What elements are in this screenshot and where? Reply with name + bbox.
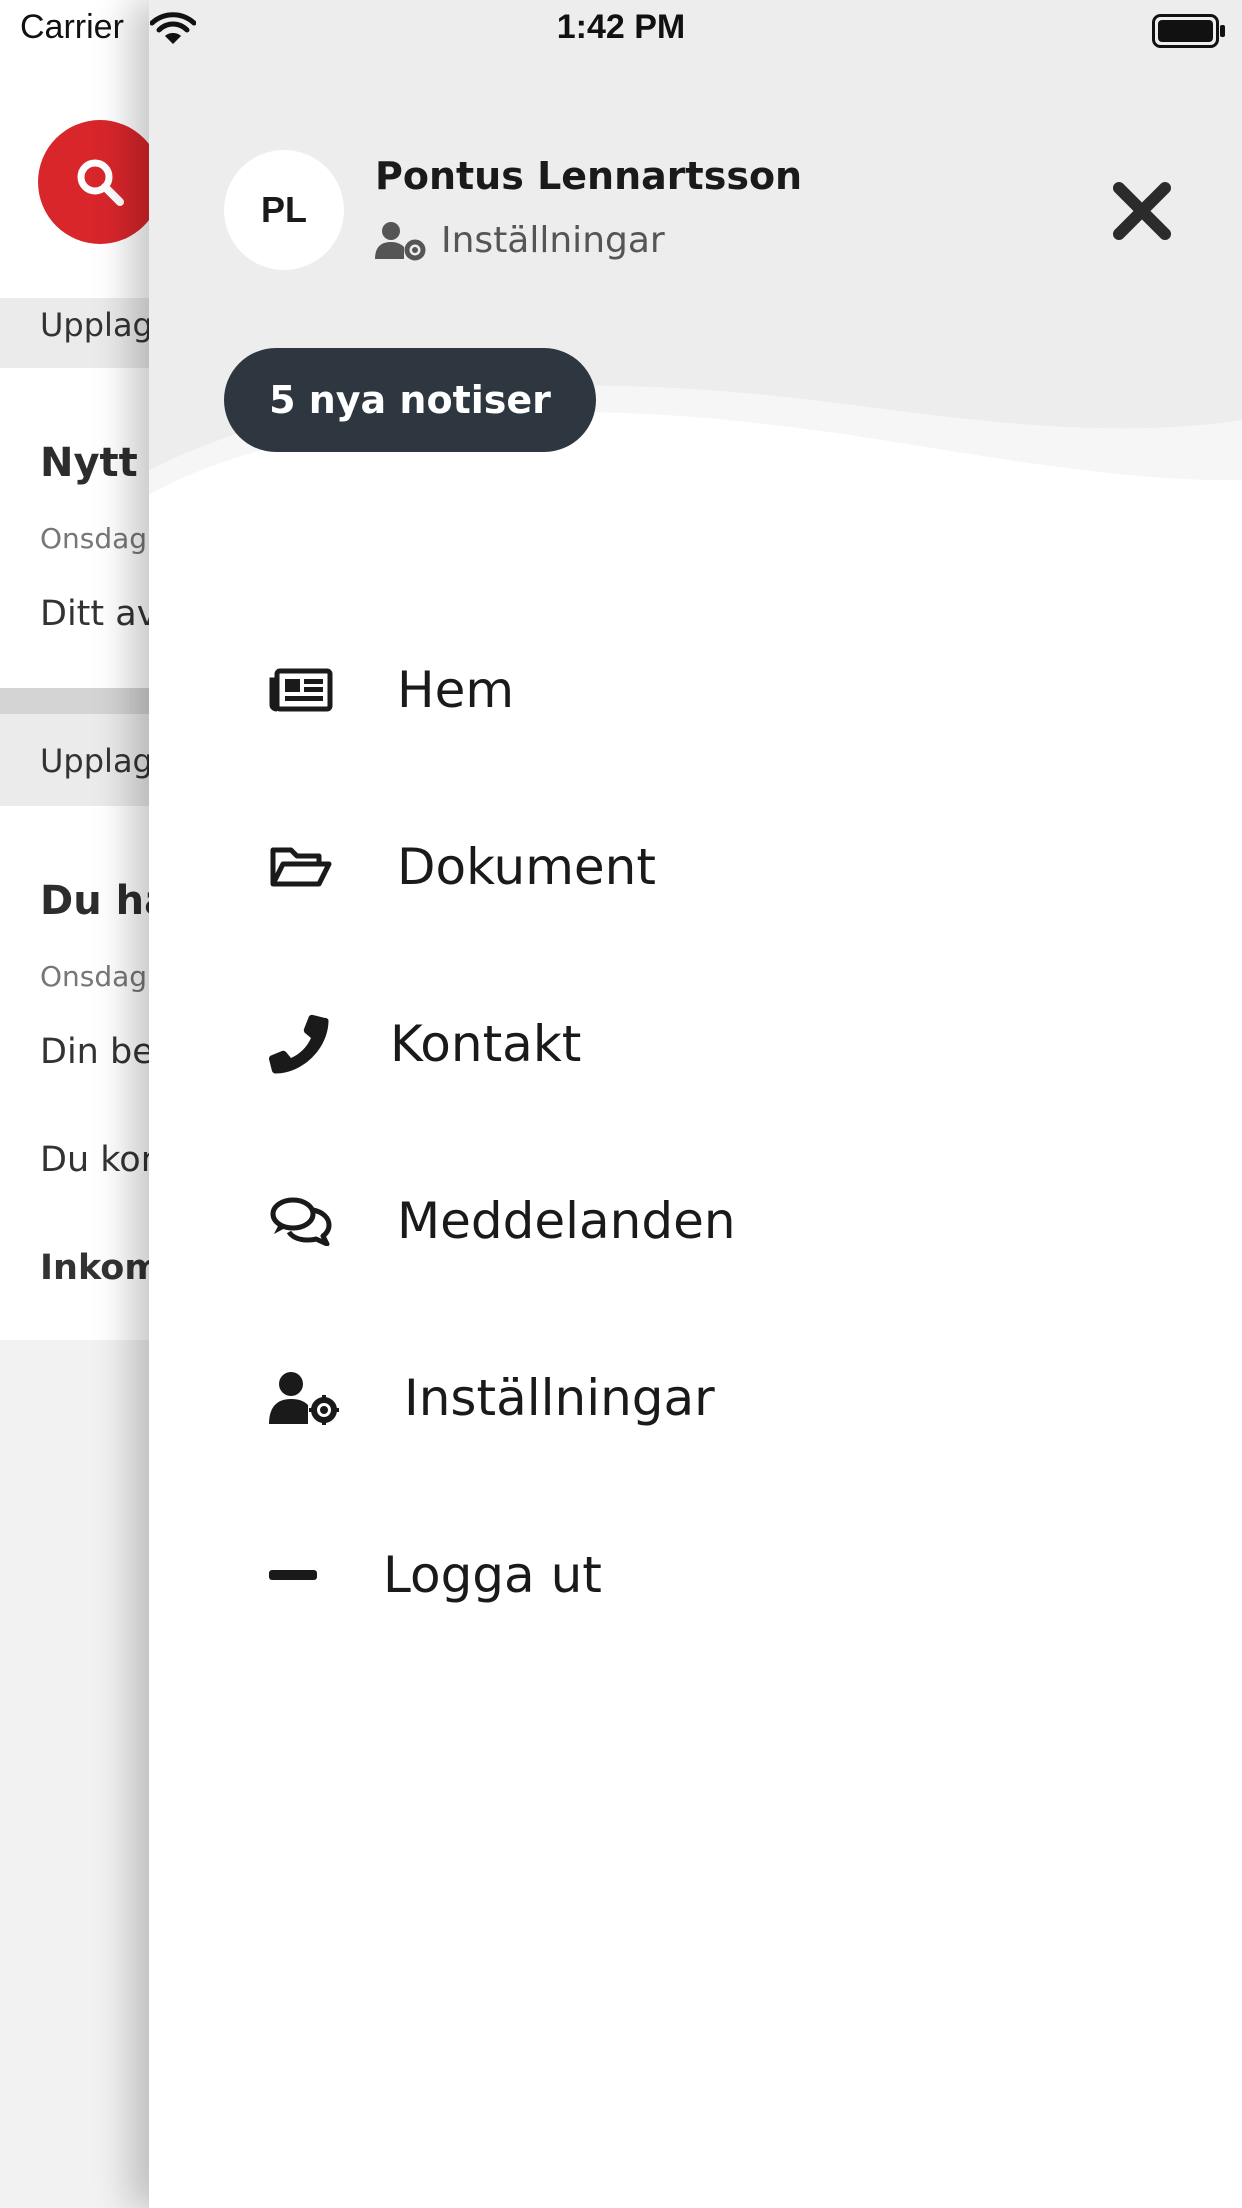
menu-item-hem[interactable]: Hem bbox=[149, 630, 1242, 750]
menu-item-label: Meddelanden bbox=[397, 1192, 736, 1250]
close-icon bbox=[1113, 182, 1171, 240]
side-drawer: PL Pontus Lennartsson Inställningar 5 ny… bbox=[149, 0, 1242, 2208]
menu-item-label: Inställningar bbox=[404, 1369, 715, 1427]
close-button[interactable] bbox=[1107, 176, 1177, 246]
battery-icon bbox=[1152, 14, 1225, 48]
search-icon bbox=[77, 159, 124, 206]
status-time: 1:42 PM bbox=[556, 8, 686, 46]
phone-icon bbox=[269, 1014, 329, 1074]
user-cog-icon bbox=[269, 1372, 339, 1425]
user-cog-icon bbox=[375, 221, 426, 260]
user-settings-label: Inställningar bbox=[441, 220, 665, 261]
drawer-header: PL Pontus Lennartsson Inställningar 5 ny… bbox=[149, 0, 1242, 500]
newspaper-icon bbox=[269, 668, 333, 712]
menu-item-label: Hem bbox=[397, 661, 515, 719]
user-name: Pontus Lennartsson bbox=[375, 154, 803, 198]
menu-item-label: Dokument bbox=[397, 838, 656, 896]
menu-item-dokument[interactable]: Dokument bbox=[149, 807, 1242, 927]
search-button[interactable] bbox=[38, 120, 162, 244]
comments-icon bbox=[270, 1197, 332, 1246]
notifications-button[interactable]: 5 nya notiser bbox=[224, 348, 596, 452]
menu-item-installningar[interactable]: Inställningar bbox=[149, 1338, 1242, 1458]
avatar[interactable]: PL bbox=[224, 150, 344, 270]
folder-open-icon bbox=[270, 847, 332, 887]
status-bar: Carrier 1:42 PM bbox=[0, 0, 1242, 60]
notifications-label: 5 nya notiser bbox=[269, 378, 551, 422]
menu-item-meddelanden[interactable]: Meddelanden bbox=[149, 1161, 1242, 1281]
menu-item-label: Logga ut bbox=[383, 1546, 602, 1604]
menu-item-label: Kontakt bbox=[390, 1015, 582, 1073]
menu-item-logga-ut[interactable]: Logga ut bbox=[149, 1515, 1242, 1635]
avatar-initials: PL bbox=[260, 189, 307, 230]
user-settings-link[interactable]: Inställningar bbox=[375, 220, 665, 261]
minus-icon bbox=[269, 1570, 317, 1580]
menu-item-kontakt[interactable]: Kontakt bbox=[149, 984, 1242, 1104]
